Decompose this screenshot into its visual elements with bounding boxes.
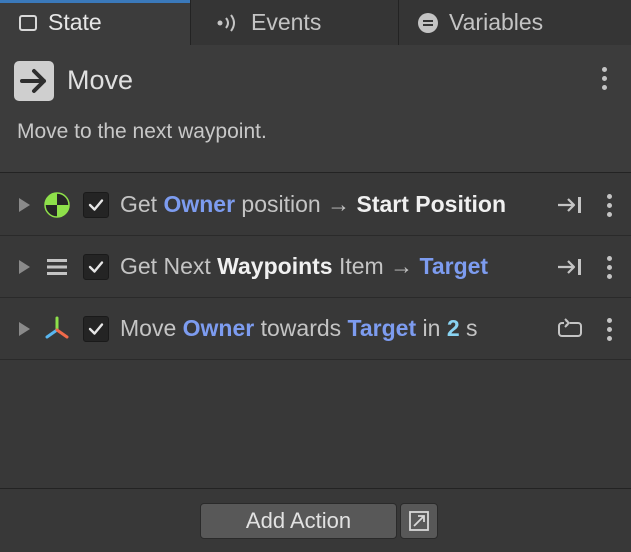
- action-enabled-checkbox[interactable]: [83, 316, 109, 342]
- tab-variables-label: Variables: [449, 9, 544, 35]
- transform-axes-icon: [43, 315, 71, 343]
- tab-state-label: State: [48, 9, 102, 35]
- action-row[interactable]: Get Next Waypoints Item → Target: [0, 236, 631, 298]
- foldout-arrow-icon[interactable]: [19, 198, 30, 212]
- tab-events[interactable]: Events: [191, 0, 399, 45]
- action-text-segment: Get: [120, 191, 164, 217]
- variables-icon: [417, 12, 439, 34]
- list-icon: [43, 253, 71, 281]
- action-number: 2: [446, 315, 460, 341]
- action-keyword: Owner: [163, 191, 236, 217]
- action-keyword: Start Position: [356, 191, 507, 217]
- action-menu-icon[interactable]: [607, 194, 612, 217]
- add-action-button[interactable]: Add Action: [200, 503, 397, 539]
- action-keyword: Target: [419, 253, 489, 279]
- foldout-arrow-icon[interactable]: [19, 260, 30, 274]
- action-row[interactable]: Get Owner position → Start Position: [0, 174, 631, 236]
- tab-bar: State Events Variables: [0, 0, 631, 45]
- square-outline-icon: [18, 13, 38, 33]
- broadcast-icon: [215, 13, 241, 33]
- action-list: Get Owner position → Start Position Get …: [0, 174, 631, 360]
- open-external-icon[interactable]: [400, 503, 438, 539]
- action-keyword: Owner: [182, 315, 255, 341]
- action-menu-icon[interactable]: [607, 318, 612, 341]
- action-enabled-checkbox[interactable]: [83, 254, 109, 280]
- state-inspector-panel: State Events Variables Move Move to the …: [0, 0, 631, 552]
- action-text-segment: towards: [254, 315, 348, 341]
- action-row[interactable]: Move Owner towards Target in 2 s: [0, 298, 631, 360]
- action-menu-icon[interactable]: [607, 256, 612, 279]
- footer: Add Action: [0, 488, 631, 552]
- position-target-icon: [43, 191, 71, 219]
- state-title: Move: [67, 65, 134, 95]
- tab-events-label: Events: [251, 9, 322, 35]
- tab-variables[interactable]: Variables: [399, 0, 631, 45]
- step-end-icon: [554, 255, 586, 279]
- action-text-segment: Item →: [332, 253, 420, 279]
- action-text-segment: in: [416, 315, 447, 341]
- action-enabled-checkbox[interactable]: [83, 192, 109, 218]
- action-label: Get Next Waypoints Item → Target: [120, 253, 488, 280]
- state-header: Move Move to the next waypoint.: [0, 45, 631, 173]
- arrow-right-icon: [14, 61, 54, 101]
- action-text-segment: Get Next: [120, 253, 218, 279]
- action-text-segment: position →: [235, 191, 357, 217]
- tab-state[interactable]: State: [0, 0, 191, 45]
- action-text-segment: Move: [120, 315, 183, 341]
- step-end-icon: [554, 193, 586, 217]
- action-text-segment: s: [459, 315, 478, 341]
- action-keyword: Target: [347, 315, 417, 341]
- action-label: Move Owner towards Target in 2 s: [120, 315, 478, 342]
- foldout-arrow-icon[interactable]: [19, 322, 30, 336]
- loop-icon: [554, 317, 586, 341]
- action-label: Get Owner position → Start Position: [120, 191, 506, 218]
- state-menu-icon[interactable]: [602, 67, 607, 90]
- action-keyword: Waypoints: [217, 253, 333, 279]
- state-description: Move to the next waypoint.: [17, 120, 267, 143]
